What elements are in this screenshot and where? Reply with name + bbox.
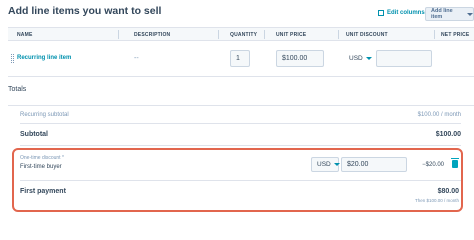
- table-header: NAME DESCRIPTION QUANTITY UNIT PRICE UNI…: [8, 27, 474, 41]
- unit-price-input[interactable]: $100.00: [276, 50, 324, 67]
- chevron-down-icon: [365, 57, 372, 60]
- discount-currency-select[interactable]: USD: [311, 157, 340, 172]
- quantity-value: 1: [236, 55, 240, 62]
- divider: [20, 145, 461, 146]
- line-item-description: --: [134, 55, 139, 62]
- page-title: Add line items you want to sell: [8, 5, 162, 17]
- divider: [20, 123, 461, 124]
- column-divider: [218, 30, 219, 39]
- add-line-item-button[interactable]: Add line item: [425, 7, 474, 21]
- add-line-item-label: Add line item: [431, 8, 453, 20]
- divider: [20, 180, 461, 181]
- col-header-unit-price[interactable]: UNIT PRICE: [276, 32, 306, 38]
- discount-currency-value: USD: [349, 55, 363, 62]
- discount-currency-select[interactable]: USD: [349, 55, 372, 62]
- one-time-discount-label: One-time discount *: [20, 155, 64, 161]
- col-header-unit-discount[interactable]: UNIT DISCOUNT: [346, 32, 388, 38]
- recurring-subtotal-label: Recurring subtotal: [20, 112, 69, 118]
- line-items-table: NAME DESCRIPTION QUANTITY UNIT PRICE UNI…: [8, 27, 474, 77]
- col-header-net-price[interactable]: NET PRICE: [441, 32, 469, 38]
- first-payment-value: $80.00: [437, 188, 459, 195]
- column-divider: [434, 30, 435, 39]
- divider: [8, 105, 474, 106]
- unit-discount-input[interactable]: [376, 50, 432, 67]
- line-items-editor: Add line items you want to sell Edit col…: [0, 0, 474, 227]
- edit-columns-link[interactable]: Edit columns: [378, 10, 425, 16]
- table-row: Recurring line item -- 1 $100.00 USD: [8, 41, 474, 77]
- one-time-discount-name: First-time buyer: [20, 164, 62, 170]
- first-payment-label: First payment: [20, 188, 66, 195]
- discount-amount-input[interactable]: $20.00: [341, 157, 407, 172]
- quantity-input[interactable]: 1: [230, 50, 250, 67]
- col-header-quantity[interactable]: QUANTITY: [230, 32, 257, 38]
- drag-handle-icon[interactable]: [11, 54, 14, 63]
- then-recurring-text: Then $100.00 / month: [414, 198, 459, 203]
- subtotal-label: Subtotal: [20, 131, 48, 138]
- header: Add line items you want to sell Edit col…: [0, 0, 474, 28]
- unit-price-value: $100.00: [282, 55, 308, 62]
- discount-amount-input-value: $20.00: [347, 161, 369, 168]
- chevron-down-icon: [467, 12, 473, 16]
- totals-heading: Totals: [8, 86, 27, 93]
- subtotal-value: $100.00: [435, 131, 461, 138]
- chevron-down-icon: [333, 163, 340, 166]
- column-divider: [264, 30, 265, 39]
- edit-columns-label: Edit columns: [387, 10, 425, 16]
- columns-icon: [378, 10, 384, 16]
- column-divider: [118, 30, 119, 39]
- col-header-name[interactable]: NAME: [17, 32, 33, 38]
- column-divider: [338, 30, 339, 39]
- trash-icon[interactable]: [451, 158, 459, 168]
- line-item-name-link[interactable]: Recurring line item: [17, 55, 71, 61]
- one-time-discount-amount: −$20.00: [422, 162, 444, 168]
- col-header-description[interactable]: DESCRIPTION: [134, 32, 170, 38]
- recurring-subtotal-value: $100.00 / month: [417, 112, 461, 118]
- discount-currency-value: USD: [317, 161, 331, 168]
